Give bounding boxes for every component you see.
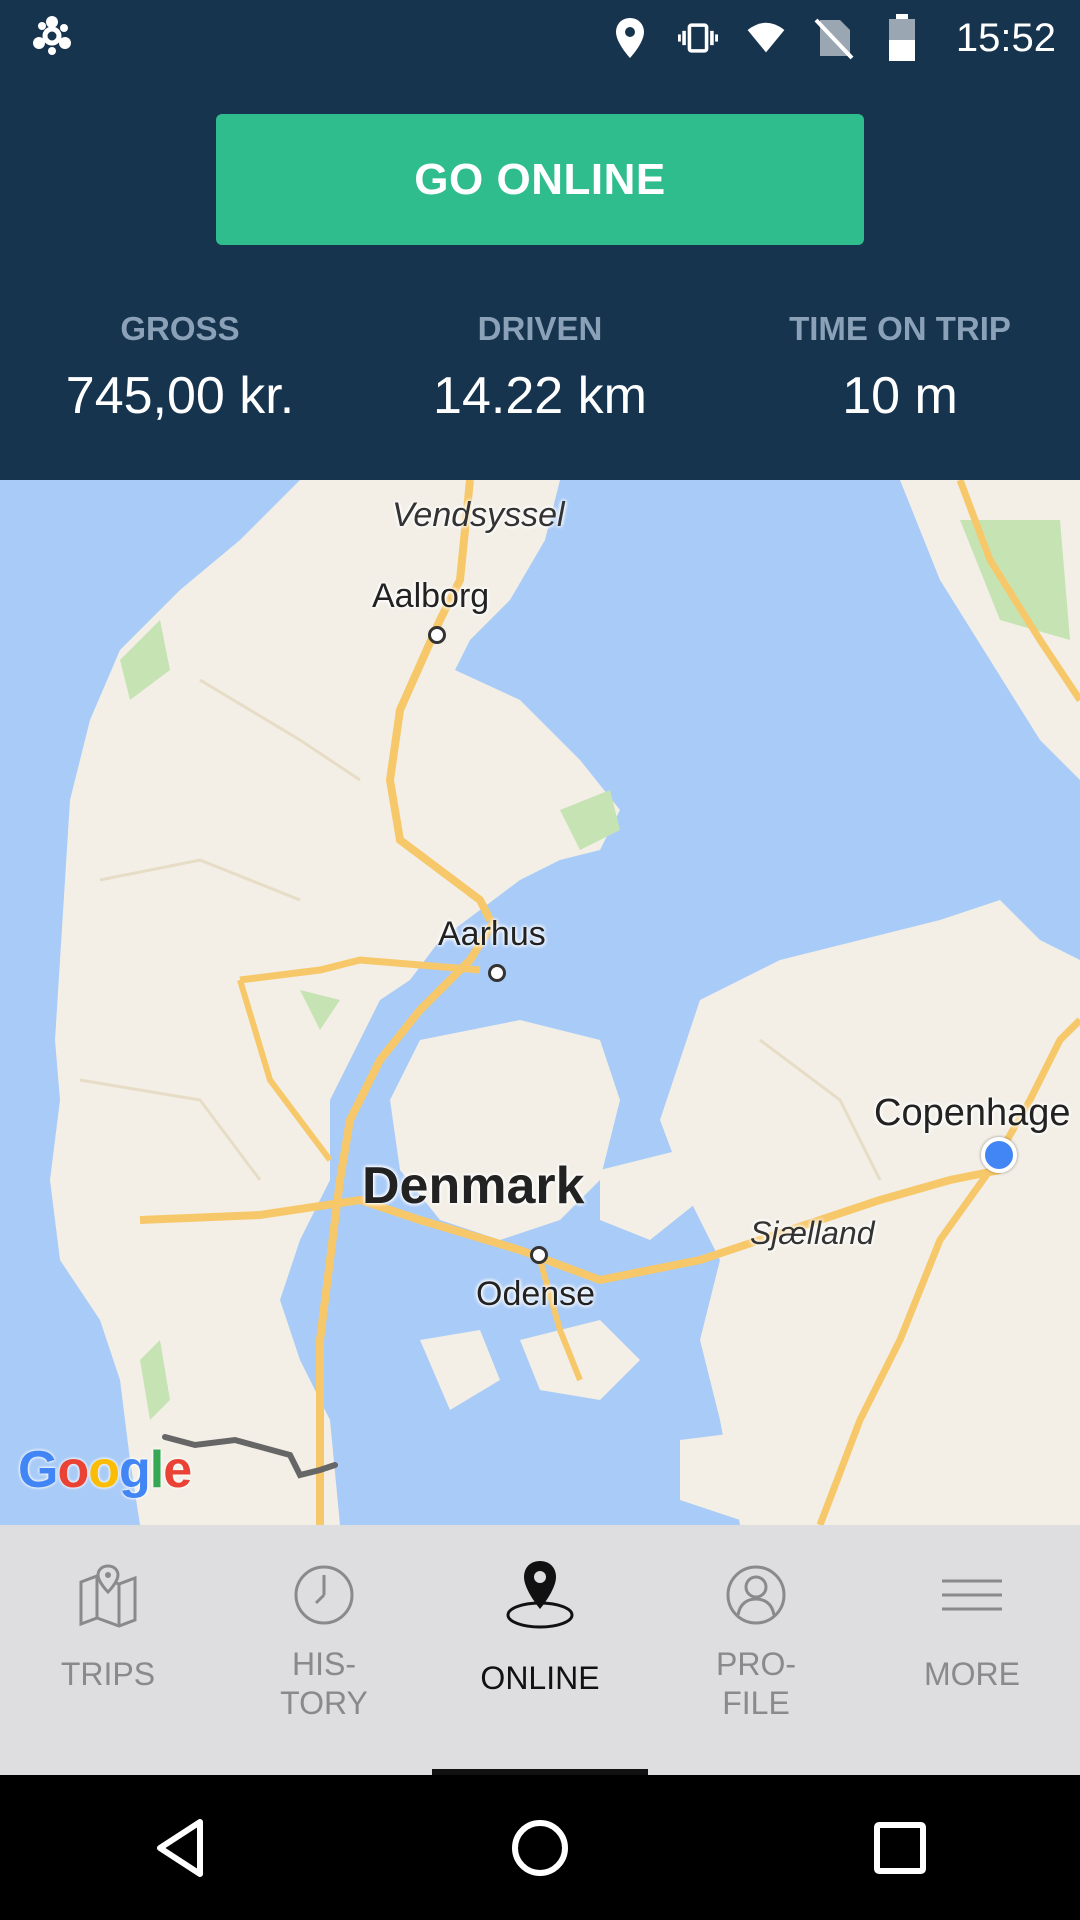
clock-time: 15:52 <box>955 15 1056 60</box>
map-view[interactable]: Vendsyssel Aalborg Aarhus Denmark Odense… <box>0 480 1080 1525</box>
go-online-button[interactable]: GO ONLINE <box>216 114 864 245</box>
stat-label: TIME ON TRIP <box>789 310 1011 347</box>
google-logo: Google <box>18 1441 192 1499</box>
map-label-sjaelland: Sjælland <box>750 1215 875 1251</box>
land-island <box>600 1150 700 1240</box>
city-dot <box>428 626 446 644</box>
bottom-nav: TRIPS HIS- TORY ONLINE PRO- FILE MORE <box>0 1525 1080 1775</box>
nav-label: TRIPS <box>60 1656 156 1692</box>
wifi-icon <box>746 16 786 60</box>
map-label-aarhus: Aarhus <box>438 915 546 953</box>
back-icon[interactable] <box>140 1808 220 1888</box>
stat-value: 10 m <box>842 367 958 425</box>
land-island <box>520 1320 640 1400</box>
map-canvas <box>50 480 1080 1525</box>
stat-label: DRIVEN <box>477 310 603 347</box>
nav-label: ONLINE <box>480 1660 600 1696</box>
stat-driven: DRIVEN 14.22 km <box>360 300 720 450</box>
map-label-denmark: Denmark <box>362 1157 585 1215</box>
current-location-marker <box>981 1137 1017 1173</box>
location-icon <box>610 16 650 60</box>
land-zealand <box>660 900 1080 1525</box>
location-pin-icon <box>498 1553 582 1637</box>
map-icon <box>66 1553 150 1637</box>
status-bar: 15:52 <box>0 0 1080 75</box>
nav-item-more[interactable]: MORE <box>864 1525 1080 1775</box>
menu-icon <box>930 1553 1014 1637</box>
clock-icon <box>282 1553 366 1637</box>
map-label-odense: Odense <box>476 1275 596 1313</box>
map-label-aalborg: Aalborg <box>372 577 490 615</box>
city-dot <box>530 1246 548 1264</box>
no-sim-icon <box>814 16 854 60</box>
home-icon[interactable] <box>500 1808 580 1888</box>
app-settings-icon <box>30 14 74 58</box>
land-island <box>420 1330 500 1410</box>
nav-item-history[interactable]: HIS- TORY <box>216 1525 432 1775</box>
nav-label: PRO- FILE <box>716 1646 796 1721</box>
trip-stats: GROSS 745,00 kr. DRIVEN 14.22 km TIME ON… <box>0 300 1080 450</box>
recents-icon[interactable] <box>860 1808 940 1888</box>
stat-label: GROSS <box>120 310 240 347</box>
profile-icon <box>714 1553 798 1637</box>
nav-item-online[interactable]: ONLINE <box>432 1525 648 1775</box>
header-panel: 15:52 GO ONLINE GROSS 745,00 kr. DRIVEN … <box>0 0 1080 480</box>
city-dot <box>488 964 506 982</box>
map-label-vendsyssel: Vendsyssel <box>392 496 565 534</box>
nav-item-trips[interactable]: TRIPS <box>0 1525 216 1775</box>
nav-item-profile[interactable]: PRO- FILE <box>648 1525 864 1775</box>
stat-time-on-trip: TIME ON TRIP 10 m <box>720 300 1080 450</box>
map-label-copenhagen: Copenhage <box>874 1092 1071 1134</box>
system-nav-bar <box>0 1775 1080 1920</box>
stat-gross: GROSS 745,00 kr. <box>0 300 360 450</box>
nav-label: HIS- TORY <box>280 1646 368 1721</box>
nav-label: MORE <box>924 1656 1020 1692</box>
stat-value: 745,00 kr. <box>65 367 295 425</box>
stat-value: 14.22 km <box>433 367 647 425</box>
battery-icon <box>882 14 922 61</box>
vibrate-icon <box>677 16 718 60</box>
